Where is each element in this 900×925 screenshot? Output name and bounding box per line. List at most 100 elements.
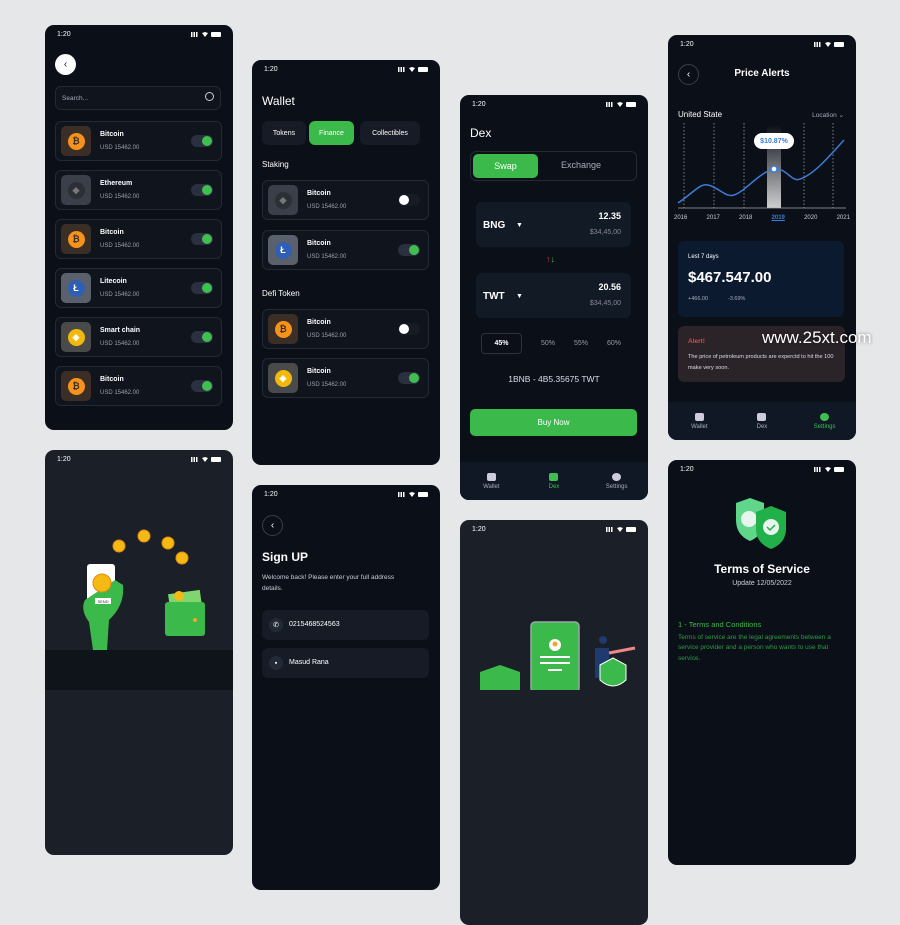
toggle-switch[interactable] [191,184,213,196]
coin-name: Bitcoin [100,131,124,138]
page-title: Sign UP [262,550,309,564]
shield-icon [480,665,520,690]
selected-point[interactable] [770,165,778,173]
wallet-icon [694,412,704,421]
percent-50[interactable]: 50% [541,333,555,354]
status-bar: 1:20 [472,101,636,111]
coin-icon-box: ◈ [61,322,91,352]
coin-name: Bitcoin [100,229,124,236]
nav-settings[interactable]: Settings [592,472,642,490]
year-tick[interactable]: 2016 [674,215,687,221]
tab-tokens[interactable]: Tokens [262,121,306,145]
tab-exchange[interactable]: Exchange [561,160,601,170]
user-icon: ▪ [269,656,283,670]
swap-arrows-icon[interactable]: ↑↓ [546,254,555,264]
gear-icon [820,412,830,421]
toggle-switch[interactable] [398,372,420,384]
year-tick[interactable]: 2018 [739,215,752,221]
toggle-switch[interactable] [191,233,213,245]
toggle-switch[interactable] [191,331,213,343]
name-field[interactable]: ▪ Masud Rana [262,648,429,678]
section-title: Staking [262,160,289,169]
toggle-switch[interactable] [191,380,213,392]
coin-list-item[interactable]: ◈ Bitcoin USD 15462.00 [262,358,429,398]
coin-name: Bitcoin [307,190,331,197]
back-button[interactable]: ‹ [262,515,283,536]
chevron-down-icon[interactable]: ▼ [516,222,523,229]
year-tick[interactable]: 2021 [837,215,850,221]
coin-value: USD 15462.00 [307,254,347,260]
coin-value: USD 15462.00 [307,204,347,210]
wifi-icon [202,32,208,37]
coin-list-screen: 1:20 ‹ Search... ₿ Bitcoin USD 15462.00 ◆ Et… [45,25,233,430]
send-label: SEND [97,599,108,604]
battery-icon [626,102,636,107]
year-axis: 2016 2017 2018 2019 2020 2021 [674,215,850,221]
coin-value: USD 15462.00 [100,243,140,249]
price-alerts-screen: 1:20 ‹ Price Alerts United State Locatio… [668,35,856,440]
battery-icon [418,492,428,497]
nav-settings[interactable]: Settings [800,412,850,430]
wallet-icon [486,472,496,481]
page-title: Price Alerts [734,68,790,79]
buy-now-button[interactable]: Buy Now [470,409,637,436]
coin-name: Smart chain [100,327,141,334]
toggle-switch[interactable] [191,282,213,294]
to-token-card[interactable]: TWT ▼ 20.56 $34,45,00 [476,273,631,318]
nav-wallet[interactable]: Wallet [674,412,724,430]
coin-value: USD 15462.00 [100,145,140,151]
chevron-down-icon[interactable]: ▼ [516,293,523,300]
exchange-rate: 1BNB - 4B5.35675 TWT [508,374,600,384]
price-line [677,139,845,204]
bitcoin-icon: ₿ [67,377,85,395]
nav-wallet[interactable]: Wallet [466,472,516,490]
toggle-switch[interactable] [398,244,420,256]
coin-name: Bitcoin [307,319,331,326]
percent-45[interactable]: 45% [481,333,522,354]
percent-55[interactable]: 55% [574,333,588,354]
coin-value: USD 15462.00 [100,194,140,200]
bottom-panel [45,650,233,690]
signal-icon [606,102,614,107]
back-button[interactable]: ‹ [55,54,76,75]
phone-field[interactable]: ✆ 0215468524563 [262,610,429,640]
nav-dex[interactable]: Dex [529,472,579,490]
toggle-switch[interactable] [398,194,420,206]
wallet-illustration [165,602,205,636]
toggle-switch[interactable] [191,135,213,147]
tab-swap[interactable]: Swap [473,154,538,178]
coin-list-item[interactable]: Ł Litecoin USD 15462.00 [55,268,222,308]
coin-list-item[interactable]: ₿ Bitcoin USD 15462.00 [55,121,222,161]
search-input[interactable]: Search... [55,86,221,110]
coin-list-item[interactable]: ₿ Bitcoin USD 15462.00 [55,219,222,259]
chevron-down-icon: ⌄ [838,112,844,119]
year-tick[interactable]: 2017 [707,215,720,221]
tab-finance[interactable]: Finance [309,121,354,145]
coin-list-item[interactable]: ◈ Smart chain USD 15462.00 [55,317,222,357]
search-icon[interactable] [205,92,214,101]
security-illustration-screen: 1:20 [460,520,648,925]
coin-icon-box: ₿ [61,371,91,401]
wifi-icon [825,467,831,472]
signal-icon [814,42,822,47]
tab-collectibles[interactable]: Collectibles [360,121,420,145]
coin-list-item[interactable]: ◆ Ethereum USD 15462.00 [55,170,222,210]
coin-list-item[interactable]: Ł Bitcoin USD 15462.00 [262,230,429,270]
year-tick[interactable]: 2019 [772,215,785,221]
percent-60[interactable]: 60% [607,333,621,354]
coin-list-item[interactable]: ₿ Bitcoin USD 15462.00 [262,309,429,349]
watermark: www.25xt.com [762,328,872,347]
coin-list-item[interactable]: ◆ Bitcoin USD 15462.00 [262,180,429,220]
nav-dex[interactable]: Dex [737,412,787,430]
dex-icon [549,472,559,481]
year-tick[interactable]: 2020 [804,215,817,221]
bitcoin-icon: ₿ [274,320,292,338]
coin-icon-box: ₿ [61,224,91,254]
coin-list-item[interactable]: ₿ Bitcoin USD 15462.00 [55,366,222,406]
signal-icon [398,67,406,72]
from-token-card[interactable]: BNG ▼ 12.35 $34,45,00 [476,202,631,247]
coin-name: Bitcoin [307,240,331,247]
location-dropdown[interactable]: Location ⌄ [812,111,844,119]
toggle-switch[interactable] [398,323,420,335]
dex-screen: 1:20 Dex Swap Exchange BNG ▼ 12.35 $34,4… [460,95,648,500]
